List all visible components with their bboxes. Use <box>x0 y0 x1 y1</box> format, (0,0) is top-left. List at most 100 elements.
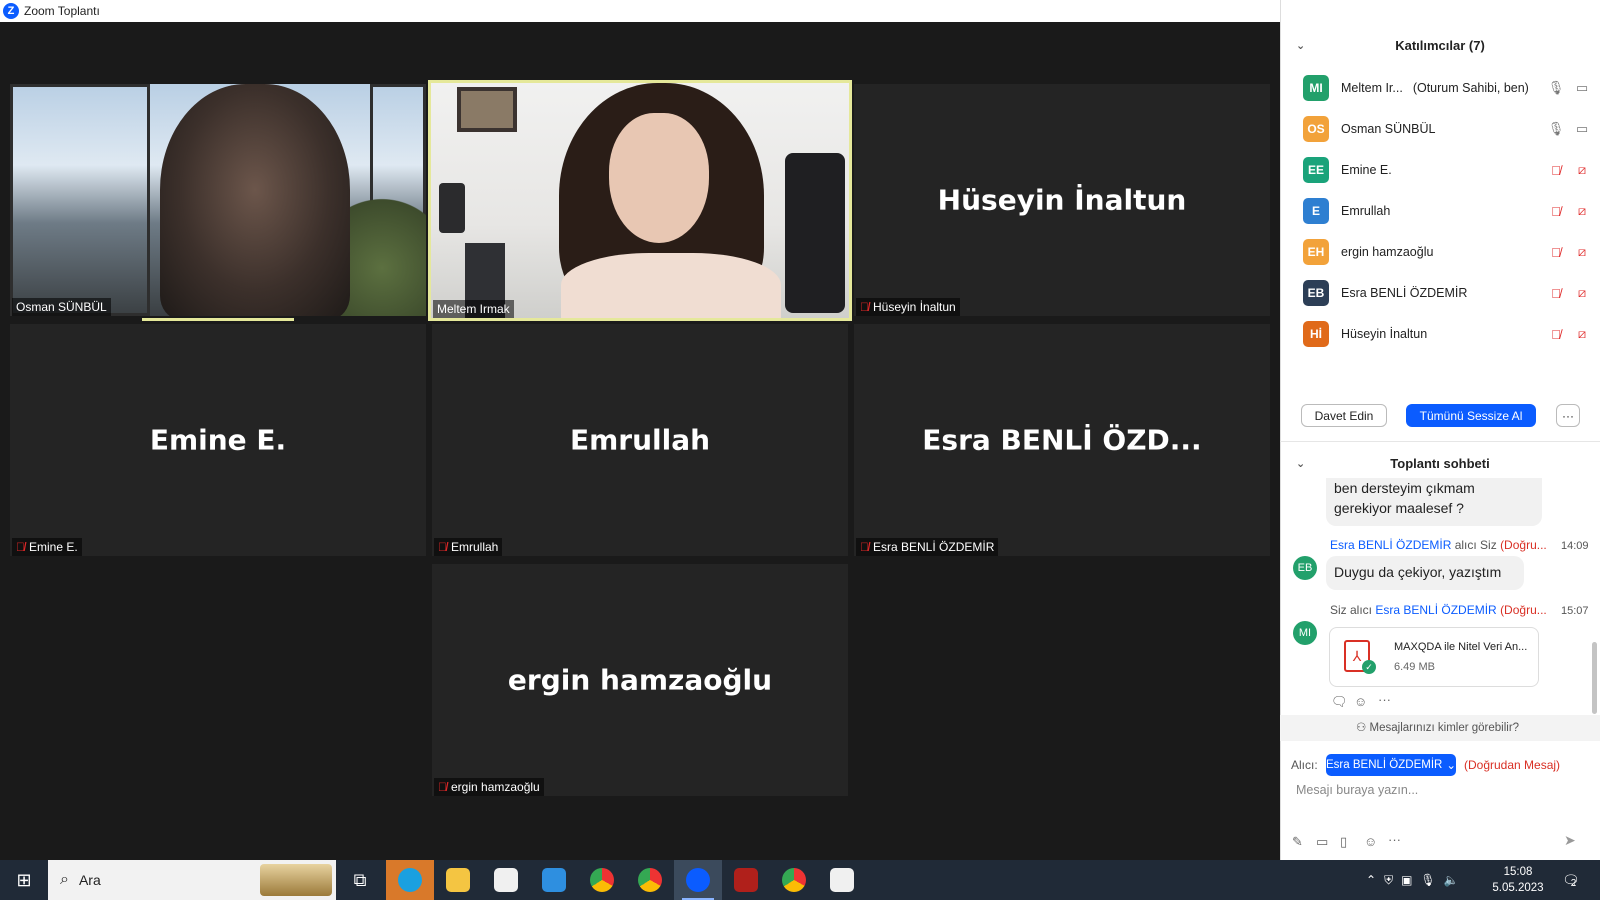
network-icon[interactable]: ▣ <box>1401 873 1412 887</box>
zoom-app-icon[interactable] <box>674 860 722 900</box>
participant-face <box>609 113 709 243</box>
participant-status-icons: 🎙̸ ⧄ <box>1548 162 1590 178</box>
video-icon[interactable]: ▭ <box>1574 121 1590 137</box>
mute-all-button[interactable]: Tümünü Sessize Al <box>1406 404 1536 427</box>
chevron-down-icon[interactable]: ⌄ <box>1296 457 1305 470</box>
mic-muted-icon[interactable]: 🎙̸ <box>1548 203 1564 219</box>
maxqda-icon[interactable] <box>818 860 866 900</box>
mic-muted-icon[interactable]: 🎙̸ <box>1548 326 1564 342</box>
chat-message-input[interactable]: Mesajı buraya yazın... <box>1296 783 1586 807</box>
mic-muted-icon: 🎙̸ <box>16 540 25 554</box>
more-icon[interactable]: ··· <box>1378 692 1391 707</box>
participant-avatar: OS <box>1303 116 1329 142</box>
windows-start-icon[interactable]: ⊞ <box>0 860 48 900</box>
direct-message-tag: (Doğru... <box>1500 603 1547 617</box>
participant-row[interactable]: EE Emine E. 🎙̸ ⧄ <box>1280 150 1600 190</box>
format-text-icon[interactable]: ✎ <box>1292 834 1303 850</box>
add-reaction-icon[interactable]: ☺ <box>1354 694 1367 709</box>
clock[interactable]: 15:08 5.05.2023 <box>1478 860 1558 900</box>
participant-role: (Oturum Sahibi, ben) <box>1412 81 1529 95</box>
chat-time: 15:07 <box>1561 605 1589 617</box>
invite-button[interactable]: Davet Edin <box>1301 404 1387 427</box>
search-highlight-image <box>260 864 332 896</box>
participants-header: ⌄ Katılımcılar (7) <box>1280 30 1600 60</box>
tile-name-text: Emine E. <box>29 540 78 554</box>
participant-status-icons: 🎙 ▭ <box>1548 121 1590 137</box>
reply-icon[interactable]: 🗨 <box>1331 694 1348 710</box>
participant-name: Meltem Ir... <box>1341 81 1403 95</box>
participant-row[interactable]: Hİ Hüseyin İnaltun 🎙̸ ⧄ <box>1280 314 1600 354</box>
microphone-icon[interactable]: 🎙 <box>1548 80 1565 96</box>
more-icon[interactable]: ··· <box>1388 832 1401 847</box>
acrobat-icon[interactable] <box>722 860 770 900</box>
chat-time: 14:09 <box>1561 540 1589 552</box>
video-icon[interactable]: ▭ <box>1574 80 1590 96</box>
more-options-button[interactable]: ··· <box>1556 404 1580 427</box>
participant-avatar: MI <box>1303 75 1329 101</box>
video-tile-esra[interactable]: Esra BENLİ ÖZD... 🎙̸ Esra BENLİ ÖZDEMİR <box>854 324 1270 556</box>
participant-avatar: Hİ <box>1303 321 1329 347</box>
video-off-icon[interactable]: ⧄ <box>1574 326 1590 342</box>
microphone-icon[interactable]: 🎙 <box>1548 121 1565 137</box>
video-off-icon[interactable]: ⧄ <box>1574 285 1590 301</box>
emoji-icon[interactable]: ☺ <box>1364 834 1377 849</box>
notifications-icon[interactable]: 🗨 2 <box>1562 860 1580 900</box>
participant-row[interactable]: E Emrullah 🎙̸ ⧄ <box>1280 191 1600 231</box>
tile-name-label: 🎙̸ ergin hamzaoğlu <box>434 778 544 796</box>
video-tile-meltem[interactable]: Meltem Irmak <box>428 80 852 321</box>
wall-picture <box>457 87 517 132</box>
participant-row[interactable]: EB Esra BENLİ ÖZDEMİR 🎙̸ ⧄ <box>1280 273 1600 313</box>
taskbar-search[interactable]: ⌕ Ara <box>48 860 336 900</box>
notification-count: 2 <box>1570 877 1577 889</box>
participant-row[interactable]: MI Meltem Ir... (Oturum Sahibi, ben) 🎙 ▭ <box>1280 68 1600 108</box>
chrome-profile-icon[interactable] <box>626 860 674 900</box>
chat-scrollbar[interactable] <box>1592 642 1597 714</box>
participants-title: Katılımcılar (7) <box>1395 37 1485 53</box>
video-tile-huseyin[interactable]: Hüseyin İnaltun 🎙̸ Hüseyin İnaltun <box>854 84 1270 316</box>
video-off-icon[interactable]: ⧄ <box>1574 244 1590 260</box>
participant-row[interactable]: EH ergin hamzaoğlu 🎙̸ ⧄ <box>1280 232 1600 272</box>
chrome-user-icon[interactable] <box>770 860 818 900</box>
mic-muted-icon[interactable]: 🎙̸ <box>1548 244 1564 260</box>
mic-muted-icon[interactable]: 🎙̸ <box>1548 285 1564 301</box>
mic-muted-icon[interactable]: 🎙̸ <box>1548 162 1564 178</box>
file-attachment-card[interactable]: ⅄ ✓ MAXQDA ile Nitel Veri An... 6.49 MB <box>1329 627 1539 687</box>
recipient-dropdown[interactable]: Esra BENLİ ÖZDEMİR ⌄ <box>1326 754 1456 776</box>
system-tray: ⌃ ⛨ ▣ 🎙 🔈 <box>1366 860 1459 900</box>
taskbar: ⊞ ⌕ Ara ⧉ ⌃ ⛨ ▣ 🎙 🔈 15:08 5.05.2023 🗨 2 <box>0 860 1600 900</box>
audio-level-bar <box>142 318 294 321</box>
microphone-icon[interactable]: 🎙 <box>1420 873 1435 887</box>
chevron-up-icon[interactable]: ⌃ <box>1366 873 1376 887</box>
tile-name-label: 🎙̸ Esra BENLİ ÖZDEMİR <box>856 538 999 556</box>
chat-sender: Siz alıcı <box>1330 603 1373 617</box>
send-icon[interactable]: ➤ <box>1564 832 1576 849</box>
video-tile-osman[interactable]: Osman SÜNBÜL <box>10 84 426 316</box>
tile-name-text: Emrullah <box>451 540 499 554</box>
tile-big-name: ergin hamzaoğlu <box>507 663 773 697</box>
task-view-icon[interactable]: ⧉ <box>336 860 384 900</box>
tile-big-name: Emrullah <box>569 423 711 457</box>
edge-icon[interactable] <box>386 860 434 900</box>
who-can-see-link[interactable]: ⚇ Mesajlarınızı kimler görebilir? <box>1356 720 1519 734</box>
file-explorer-icon[interactable] <box>434 860 482 900</box>
screenshot-icon[interactable]: ▭ <box>1316 834 1328 850</box>
window-title: Zoom Toplantı <box>24 4 100 18</box>
video-tile-emine[interactable]: Emine E. 🎙̸ Emine E. <box>10 324 426 556</box>
video-tile-emrullah[interactable]: Emrullah 🎙̸ Emrullah <box>432 324 848 556</box>
search-icon: ⌕ <box>60 871 69 888</box>
security-icon[interactable]: ⛨ <box>1384 873 1393 888</box>
chrome-icon[interactable] <box>578 860 626 900</box>
participant-name: Osman SÜNBÜL <box>1341 122 1436 136</box>
recipient-name: Esra BENLİ ÖZDEMİR <box>1326 759 1443 771</box>
chat-recipient[interactable]: Esra BENLİ ÖZDEMİR <box>1375 603 1496 617</box>
chevron-down-icon[interactable]: ⌄ <box>1296 39 1305 52</box>
file-icon[interactable]: ▯ <box>1340 834 1347 850</box>
store-icon[interactable] <box>482 860 530 900</box>
video-off-icon[interactable]: ⧄ <box>1574 203 1590 219</box>
participant-row[interactable]: OS Osman SÜNBÜL 🎙 ▭ <box>1280 109 1600 149</box>
chat-sender[interactable]: Esra BENLİ ÖZDEMİR <box>1330 538 1451 552</box>
video-tile-ergin[interactable]: ergin hamzaoğlu 🎙̸ ergin hamzaoğlu <box>432 564 848 796</box>
volume-icon[interactable]: 🔈 <box>1444 873 1459 887</box>
video-off-icon[interactable]: ⧄ <box>1574 162 1590 178</box>
mail-icon[interactable] <box>530 860 578 900</box>
